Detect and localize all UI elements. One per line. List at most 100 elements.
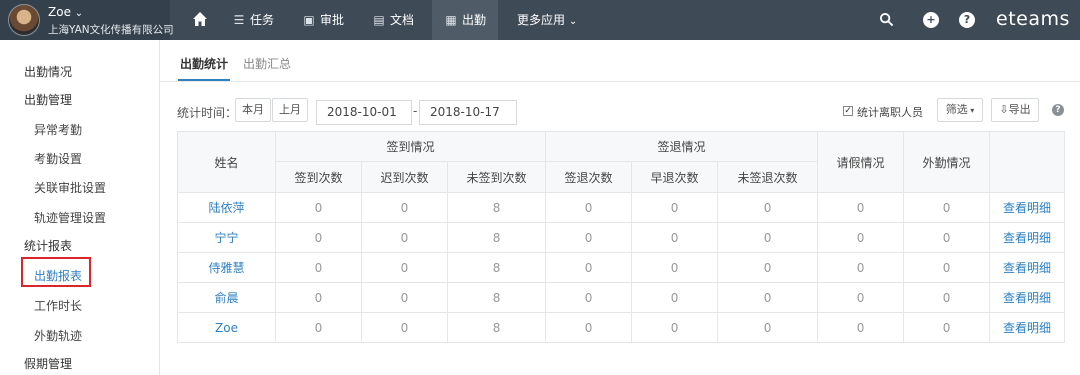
header-signout-group: 签退情况: [545, 131, 819, 162]
nav-more-apps[interactable]: 更多应用 ⌄: [517, 0, 577, 40]
sidebar-item-attendance-settings[interactable]: 考勤设置: [34, 150, 82, 167]
help-icon[interactable]: ?: [959, 12, 975, 28]
export-button-label: 导出: [1008, 103, 1031, 116]
last-month-button[interactable]: 上月: [272, 98, 308, 122]
table-cell: 0: [817, 192, 905, 223]
employee-name-link[interactable]: 陆依萍: [177, 192, 276, 223]
header-field: 外勤情况: [903, 131, 991, 193]
view-details-link[interactable]: 查看明细: [989, 222, 1066, 253]
header-actions: [989, 131, 1066, 193]
table-row: 陆依萍 0 0 8 0 0 0 0 0 查看明细: [177, 192, 1066, 223]
table-cell: 0: [903, 312, 991, 343]
brand-logo[interactable]: eteams ⌄: [996, 8, 1080, 52]
user-menu[interactable]: Zoe ⌄ 上海YAN文化传播有限公司: [0, 0, 174, 40]
user-name[interactable]: Zoe ⌄: [48, 5, 83, 19]
view-details-link[interactable]: 查看明细: [989, 312, 1066, 343]
top-navigation-bar: Zoe ⌄ 上海YAN文化传播有限公司 ☰ 任务 ▣ 审批 ▤ 文档 ▦ 出勤 更多应用…: [0, 0, 1080, 50]
home-icon[interactable]: [192, 11, 208, 27]
employee-name-link[interactable]: 侍雅慧: [177, 252, 276, 283]
include-resigned-label: 统计离职人员: [857, 106, 923, 119]
start-date-input[interactable]: 2018-10-01: [316, 100, 412, 125]
nav-attendance[interactable]: ▦ 出勤: [432, 0, 499, 40]
date-range-separator: -: [413, 104, 418, 118]
table-cell: 0: [545, 282, 633, 313]
table-row: Zoe 0 0 8 0 0 0 0 0 查看明细: [177, 312, 1066, 343]
table-cell: 0: [631, 252, 719, 283]
header-early-count: 早退次数: [631, 161, 719, 193]
nav-document[interactable]: ▤ 文档: [372, 0, 414, 40]
sidebar-item-leave-management[interactable]: 假期管理: [24, 355, 72, 372]
sidebar-item-track-settings[interactable]: 轨迹管理设置: [34, 209, 106, 226]
table-cell: 8: [446, 312, 547, 343]
attendance-icon: ▦: [445, 13, 457, 27]
brand-text: eteams: [996, 8, 1070, 30]
header-signin-count: 签到次数: [275, 161, 362, 193]
employee-name-link[interactable]: 俞晨: [177, 282, 276, 313]
table-cell: 0: [717, 222, 819, 253]
document-icon: ▤: [373, 13, 385, 27]
employee-name-link[interactable]: Zoe: [177, 312, 276, 343]
table-cell: 0: [717, 282, 819, 313]
user-name-label: Zoe: [48, 5, 71, 19]
table-cell: 0: [717, 252, 819, 283]
sidebar: 出勤情况 出勤管理 异常考勤 考勤设置 关联审批设置 轨迹管理设置 统计报表 出…: [0, 40, 160, 375]
table-cell: 8: [446, 252, 547, 283]
table-row: 侍雅慧 0 0 8 0 0 0 0 0 查看明细: [177, 252, 1066, 283]
table-cell: 0: [545, 192, 633, 223]
nav-approval[interactable]: ▣ 审批: [302, 0, 344, 40]
table-cell: 0: [717, 192, 819, 223]
header-not-signout-count: 未签退次数: [717, 161, 819, 193]
table-cell: 0: [817, 222, 905, 253]
chevron-down-icon: ⌄: [996, 39, 1005, 50]
attendance-table: 姓名 签到情况 签退情况 请假情况 外勤情况 签到次数 迟到次数 未签到次数 签…: [177, 131, 1066, 343]
tab-attendance-summary[interactable]: 出勤汇总: [243, 55, 291, 72]
tab-attendance-statistics[interactable]: 出勤统计: [180, 55, 228, 72]
avatar[interactable]: [8, 4, 40, 36]
sidebar-item-approval-settings[interactable]: 关联审批设置: [34, 179, 106, 196]
selection-highlight-box: [21, 257, 91, 287]
table-cell: 0: [817, 252, 905, 283]
search-icon[interactable]: [879, 12, 894, 27]
help-icon[interactable]: ?: [1052, 104, 1064, 116]
table-cell: 0: [275, 252, 362, 283]
add-icon[interactable]: +: [923, 12, 939, 28]
view-details-link[interactable]: 查看明细: [989, 192, 1066, 223]
chevron-down-icon: ⌄: [74, 8, 84, 19]
table-cell: 0: [631, 222, 719, 253]
export-button[interactable]: ⇩导出: [991, 98, 1039, 122]
chevron-down-icon: ⌄: [568, 16, 578, 27]
export-icon: ⇩: [999, 103, 1009, 116]
sidebar-item-field-track[interactable]: 外勤轨迹: [34, 327, 82, 344]
filter-button-label: 筛选: [945, 103, 968, 116]
view-details-link[interactable]: 查看明细: [989, 252, 1066, 283]
table-cell: 0: [545, 252, 633, 283]
header-signout-count: 签退次数: [545, 161, 633, 193]
table-cell: 0: [631, 282, 719, 313]
view-details-link[interactable]: 查看明细: [989, 282, 1066, 313]
approval-icon: ▣: [303, 13, 315, 27]
sidebar-item-work-hours[interactable]: 工作时长: [34, 297, 82, 314]
nav-attendance-label: 出勤: [462, 13, 487, 27]
header-leave: 请假情况: [817, 131, 905, 193]
header-not-signin-count: 未签到次数: [446, 161, 547, 193]
table-cell: 0: [817, 282, 905, 313]
nav-task-label: 任务: [250, 13, 275, 27]
tabs-divider: [160, 81, 1080, 82]
caret-down-icon: ▾: [967, 106, 975, 115]
this-month-button[interactable]: 本月: [235, 98, 271, 122]
sidebar-item-abnormal-attendance[interactable]: 异常考勤: [34, 121, 82, 138]
header-late-count: 迟到次数: [361, 161, 448, 193]
include-resigned-checkbox[interactable]: ✓: [843, 106, 853, 116]
end-date-input[interactable]: 2018-10-17: [419, 100, 517, 125]
nav-more-label: 更多应用: [517, 13, 566, 27]
filter-button[interactable]: 筛选 ▾: [937, 98, 983, 122]
active-tab-indicator: [178, 79, 230, 81]
sidebar-item-attendance-management[interactable]: 出勤管理: [24, 91, 72, 108]
employee-name-link[interactable]: 宁宁: [177, 222, 276, 253]
company-name: 上海YAN文化传播有限公司: [48, 24, 174, 36]
header-name: 姓名: [177, 131, 276, 193]
sidebar-item-attendance-status[interactable]: 出勤情况: [24, 63, 72, 80]
sidebar-item-reports[interactable]: 统计报表: [24, 237, 72, 254]
nav-task[interactable]: ☰ 任务: [232, 0, 274, 40]
table-cell: 0: [361, 192, 448, 223]
